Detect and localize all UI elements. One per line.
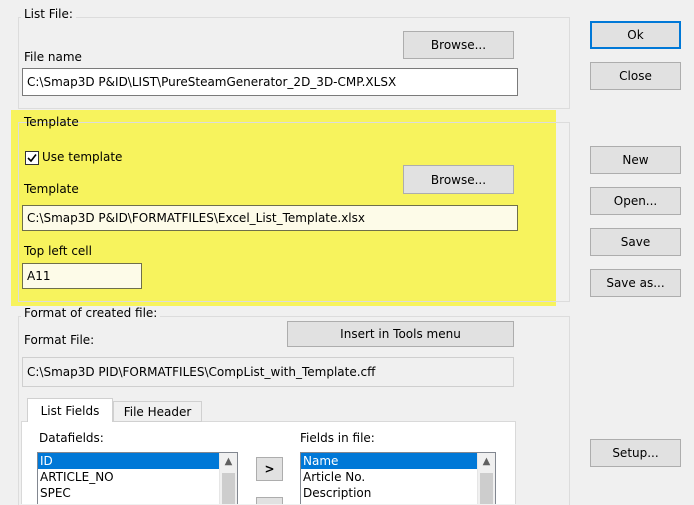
fields-scroll-thumb[interactable] — [480, 473, 493, 504]
field-item-description[interactable]: Description — [301, 485, 495, 501]
ok-button[interactable]: Ok — [590, 21, 681, 49]
fields-in-file-label: Fields in file: — [300, 431, 375, 445]
format-group-label: Format of created file: — [21, 306, 161, 320]
format-file-label: Format File: — [24, 333, 95, 347]
template-label: Template — [24, 182, 79, 196]
close-button[interactable]: Close — [590, 62, 681, 90]
datafields-label: Datafields: — [39, 431, 104, 445]
file-name-label: File name — [24, 50, 82, 64]
field-item-article-no[interactable]: Article No. — [301, 469, 495, 485]
datafield-item-article-no[interactable]: ARTICLE_NO — [38, 469, 237, 485]
save-button[interactable]: Save — [590, 228, 681, 256]
use-template-checkbox[interactable] — [25, 151, 39, 165]
open-button[interactable]: Open... — [590, 187, 681, 215]
template-browse-button[interactable]: Browse... — [403, 165, 514, 194]
file-name-input[interactable]: C:\Smap3D P&ID\LIST\PureSteamGenerator_2… — [22, 68, 518, 96]
save-as-button[interactable]: Save as... — [590, 269, 681, 297]
datafields-scrollbar[interactable]: ▲ — [219, 453, 237, 504]
tab-list-fields[interactable]: List Fields — [27, 398, 113, 422]
use-template-label[interactable]: Use template — [42, 150, 122, 164]
field-item-name[interactable]: Name — [301, 453, 495, 469]
datafields-listbox[interactable]: ID ARTICLE_NO SPEC ▲ — [37, 452, 238, 504]
move-right-button[interactable]: > — [256, 457, 283, 481]
new-button[interactable]: New — [590, 146, 681, 174]
tab-file-header[interactable]: File Header — [113, 401, 202, 422]
move-left-button[interactable] — [256, 497, 283, 504]
insert-tools-menu-button[interactable]: Insert in Tools menu — [287, 321, 514, 347]
template-group-label: Template — [24, 115, 79, 129]
top-left-cell-input[interactable]: A11 — [22, 263, 142, 289]
scroll-up-icon[interactable]: ▲ — [220, 453, 237, 470]
datafield-item-spec[interactable]: SPEC — [38, 485, 237, 501]
top-left-cell-label: Top left cell — [24, 244, 92, 258]
template-path-input[interactable]: C:\Smap3D P&ID\FORMATFILES\Excel_List_Te… — [22, 205, 518, 231]
fields-in-file-listbox[interactable]: Name Article No. Description ▲ — [300, 452, 496, 504]
fields-scrollbar[interactable]: ▲ — [477, 453, 495, 504]
setup-button[interactable]: Setup... — [590, 439, 681, 467]
datafield-item-id[interactable]: ID — [38, 453, 237, 469]
scroll-up-icon[interactable]: ▲ — [478, 453, 495, 470]
list-file-browse-button[interactable]: Browse... — [403, 31, 514, 59]
format-file-input: C:\Smap3D PID\FORMATFILES\CompList_with_… — [22, 357, 514, 387]
list-file-group-label: List File: — [21, 7, 76, 21]
datafields-scroll-thumb[interactable] — [222, 473, 235, 504]
checkmark-icon — [27, 154, 37, 163]
